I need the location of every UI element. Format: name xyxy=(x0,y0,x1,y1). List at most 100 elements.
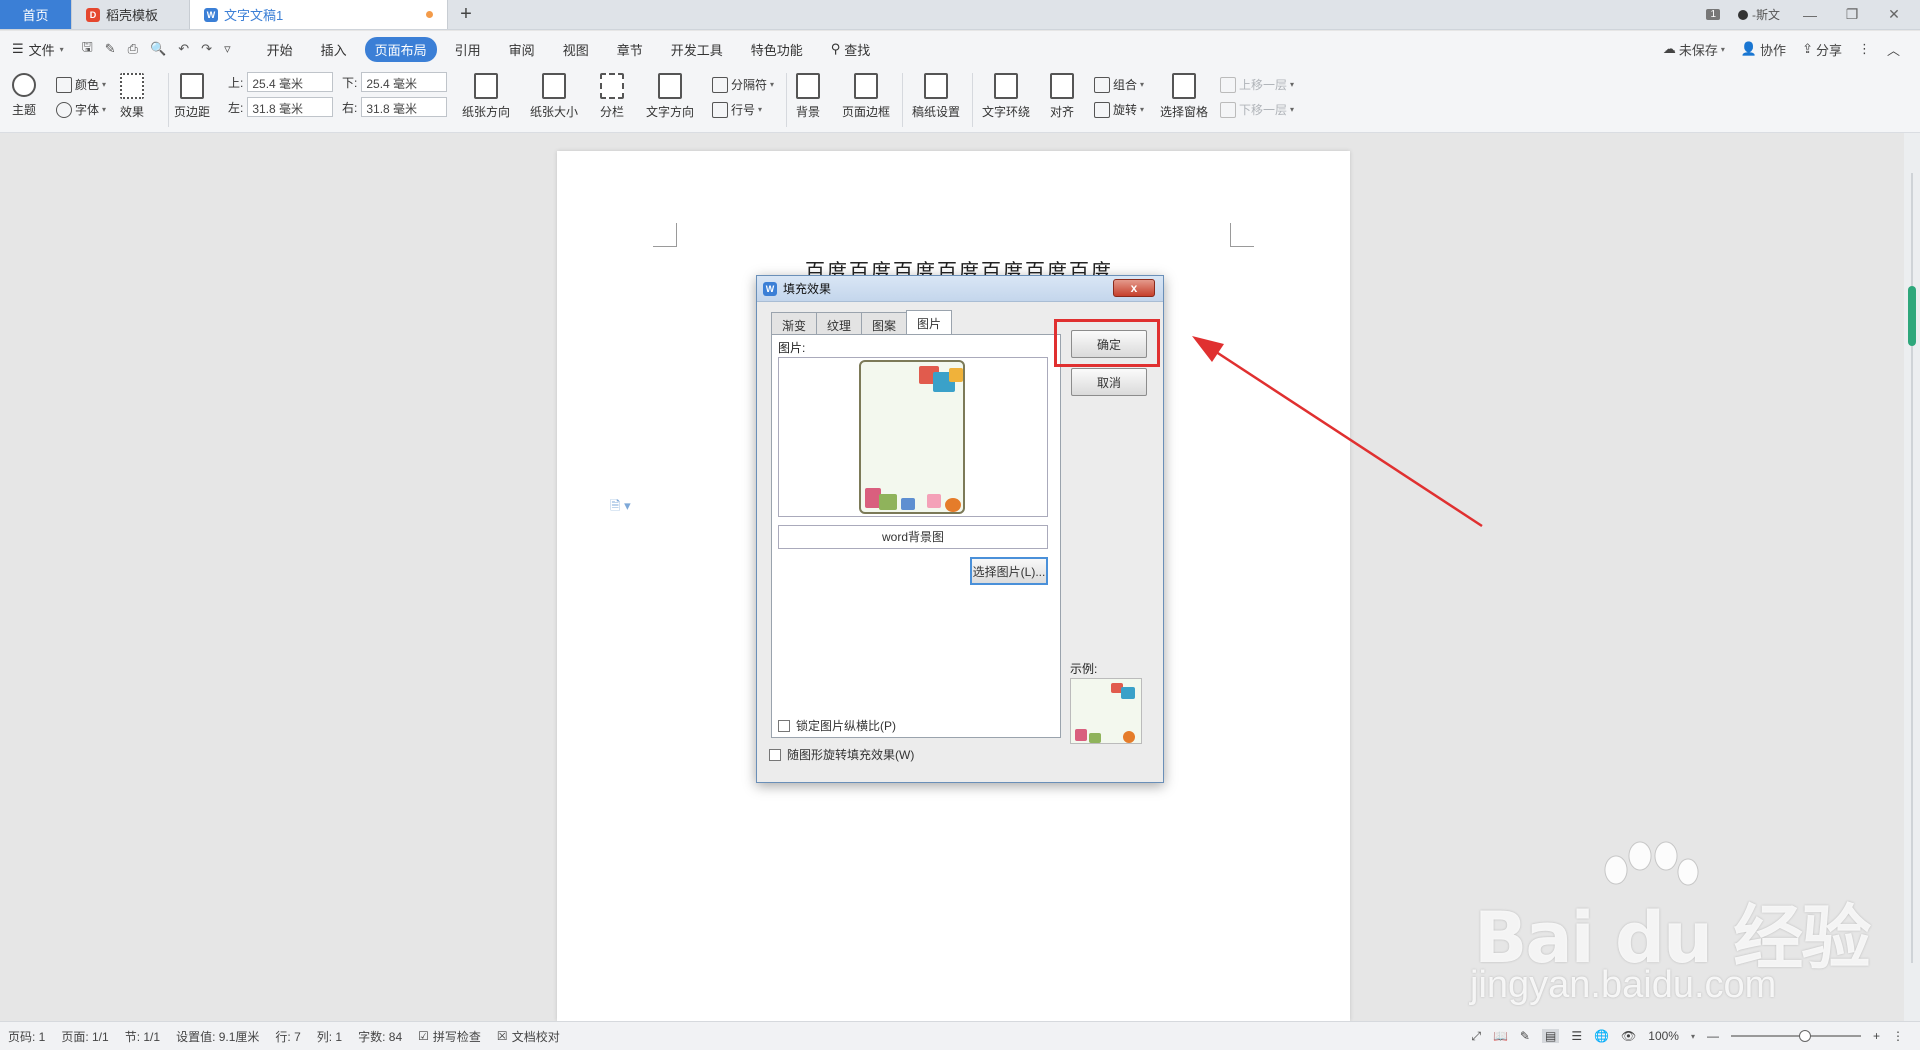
status-page-number[interactable]: 页码: 1 xyxy=(8,1028,45,1045)
margin-right-input[interactable]: 31.8 毫米 xyxy=(361,97,448,117)
margin-button[interactable]: 页边距 xyxy=(174,73,210,120)
rotate-icon xyxy=(1094,101,1110,118)
menu-reference[interactable]: 引用 xyxy=(445,37,491,62)
tab-gradient[interactable]: 渐变 xyxy=(771,312,818,334)
minimize-icon[interactable]: — xyxy=(1798,7,1822,23)
margin-right-spinner[interactable]: 右: 31.8 毫米 xyxy=(342,97,448,117)
bring-forward-button[interactable]: 上移一层 ▾ xyxy=(1220,76,1294,93)
effect-button[interactable]: 效果 xyxy=(120,73,144,120)
menu-search[interactable]: ⚲ 查找 xyxy=(821,37,881,62)
menu-insert[interactable]: 插入 xyxy=(311,37,357,62)
more-icon[interactable]: ⋮ xyxy=(1858,41,1871,57)
margin-left-input[interactable]: 31.8 毫米 xyxy=(247,97,334,117)
web-view-icon[interactable]: 🌐 xyxy=(1594,1029,1609,1043)
restore-icon[interactable]: ❐ xyxy=(1840,6,1864,23)
status-section[interactable]: 节: 1/1 xyxy=(125,1028,160,1045)
status-row[interactable]: 行: 7 xyxy=(275,1028,300,1045)
page-border-button[interactable]: 页面边框 xyxy=(842,73,890,120)
paragraph-layout-icon[interactable]: 🗎 ▾ xyxy=(610,497,631,519)
unsaved-status[interactable]: ☁ 未保存 ▾ xyxy=(1663,40,1725,59)
user-account[interactable]: -斯文 xyxy=(1738,6,1780,23)
send-backward-button[interactable]: 下移一层 ▾ xyxy=(1220,101,1294,118)
zoom-slider[interactable] xyxy=(1730,1030,1861,1042)
print-preview-icon[interactable]: 🔍 xyxy=(150,41,166,57)
tab-document[interactable]: W 文字文稿1 xyxy=(190,0,448,29)
share-label: 分享 xyxy=(1815,42,1842,58)
zoom-slider-knob[interactable] xyxy=(1798,1030,1811,1042)
manuscript-button[interactable]: 稿纸设置 xyxy=(912,73,960,120)
chevron-down-icon[interactable]: ▾ xyxy=(1691,1032,1695,1041)
print-icon[interactable]: ⎙ xyxy=(128,41,138,57)
spell-check-button[interactable]: ☑ 拼写检查 xyxy=(418,1028,481,1045)
status-word-count[interactable]: 字数: 84 xyxy=(358,1028,402,1045)
cancel-button[interactable]: 取消 xyxy=(1071,368,1147,396)
eye-protection-icon[interactable]: 👁 xyxy=(1621,1029,1636,1043)
reading-mode-icon[interactable]: 📖 xyxy=(1493,1029,1508,1043)
save-icon[interactable]: 🖫 xyxy=(82,38,93,60)
redo-icon[interactable]: ↷ xyxy=(201,41,212,57)
color-button[interactable]: 颜色 ▾ xyxy=(56,76,106,93)
select-picture-button[interactable]: 选择图片(L)... xyxy=(970,557,1048,585)
group-button[interactable]: 组合 ▾ xyxy=(1094,76,1144,93)
new-tab-button[interactable]: + xyxy=(448,0,484,29)
tab-home[interactable]: 首页 xyxy=(0,0,72,29)
background-button[interactable]: 背景 xyxy=(796,73,820,120)
zoom-out-icon[interactable]: — xyxy=(1707,1029,1719,1043)
menu-page-layout[interactable]: 页面布局 xyxy=(364,36,437,62)
rotate-button[interactable]: 旋转 ▾ xyxy=(1094,101,1144,118)
line-number-button[interactable]: 行号 ▾ xyxy=(712,101,762,118)
page-count-badge[interactable]: 1 xyxy=(1706,9,1720,20)
edit-mode-icon[interactable]: ✎ xyxy=(1520,1029,1530,1043)
menu-developer[interactable]: 开发工具 xyxy=(661,37,733,62)
orientation-button[interactable]: 纸张方向 xyxy=(462,73,510,120)
margin-bottom-spinner[interactable]: 下: 25.4 毫米 xyxy=(342,72,448,92)
undo-icon[interactable]: ↶ xyxy=(178,41,189,57)
tab-template[interactable]: D 稻壳模板 xyxy=(72,0,190,29)
file-menu[interactable]: ☰ 文件 ▾ xyxy=(12,40,64,59)
menu-start[interactable]: 开始 xyxy=(257,37,303,62)
menu-review[interactable]: 审阅 xyxy=(499,37,545,62)
format-painter-icon[interactable]: ✎ xyxy=(105,41,116,57)
page-view-icon[interactable]: ▤ xyxy=(1541,1029,1560,1043)
menu-features[interactable]: 特色功能 xyxy=(741,37,813,62)
dialog-close-button[interactable]: x xyxy=(1113,279,1155,297)
tab-texture[interactable]: 纹理 xyxy=(816,312,863,334)
tab-picture[interactable]: 图片 xyxy=(906,310,953,334)
selection-pane-button[interactable]: 选择窗格 xyxy=(1160,73,1208,120)
font-button[interactable]: 字体 ▾ xyxy=(56,101,106,118)
menu-chapter[interactable]: 章节 xyxy=(607,37,653,62)
separator-button[interactable]: 分隔符 ▾ xyxy=(712,76,774,93)
fullscreen-icon[interactable]: ⤢ xyxy=(1471,1029,1481,1044)
zoom-in-icon[interactable]: + xyxy=(1873,1029,1880,1043)
lock-aspect-ratio-checkbox[interactable]: 锁定图片纵横比(P) xyxy=(778,717,896,734)
proofread-button[interactable]: ☒ 文档校对 xyxy=(497,1028,560,1045)
proofread-label: 文档校对 xyxy=(511,1029,560,1044)
theme-button[interactable]: 主题 xyxy=(12,73,36,118)
scroll-thumb[interactable] xyxy=(1908,286,1916,346)
status-setting[interactable]: 设置值: 9.1厘米 xyxy=(176,1028,259,1045)
dialog-title-bar[interactable]: W 填充效果 xyxy=(757,276,1163,302)
align-button[interactable]: 对齐 xyxy=(1050,73,1074,120)
margin-left-spinner[interactable]: 左: 31.8 毫米 xyxy=(228,97,334,117)
customize-icon[interactable]: ▿ xyxy=(224,41,231,57)
margin-bottom-input[interactable]: 25.4 毫米 xyxy=(361,72,448,92)
text-direction-button[interactable]: 文字方向 xyxy=(646,73,694,120)
zoom-level[interactable]: 100% xyxy=(1648,1029,1679,1043)
wrap-text-button[interactable]: 文字环绕 xyxy=(982,73,1030,120)
tab-pattern[interactable]: 图案 xyxy=(861,312,908,334)
collapse-ribbon-icon[interactable]: ︿ xyxy=(1887,40,1900,59)
outline-view-icon[interactable]: ☰ xyxy=(1571,1029,1582,1043)
columns-button[interactable]: 分栏 xyxy=(600,73,624,120)
margin-top-input[interactable]: 25.4 毫米 xyxy=(247,72,334,92)
more-status-icon[interactable]: ⋮ xyxy=(1892,1029,1904,1043)
paper-size-button[interactable]: 纸张大小 xyxy=(530,73,578,120)
menu-view[interactable]: 视图 xyxy=(553,37,599,62)
wrap-text-icon xyxy=(994,73,1018,99)
share-button[interactable]: ⇪ 分享 xyxy=(1802,40,1842,59)
rotate-with-shape-checkbox[interactable]: 随图形旋转填充效果(W) xyxy=(769,746,914,763)
close-window-icon[interactable]: ✕ xyxy=(1882,6,1906,23)
status-pages[interactable]: 页面: 1/1 xyxy=(61,1028,108,1045)
margin-top-spinner[interactable]: 上: 25.4 毫米 xyxy=(228,72,334,92)
collaborate-button[interactable]: 👤 协作 xyxy=(1741,40,1786,59)
status-col[interactable]: 列: 1 xyxy=(317,1028,342,1045)
